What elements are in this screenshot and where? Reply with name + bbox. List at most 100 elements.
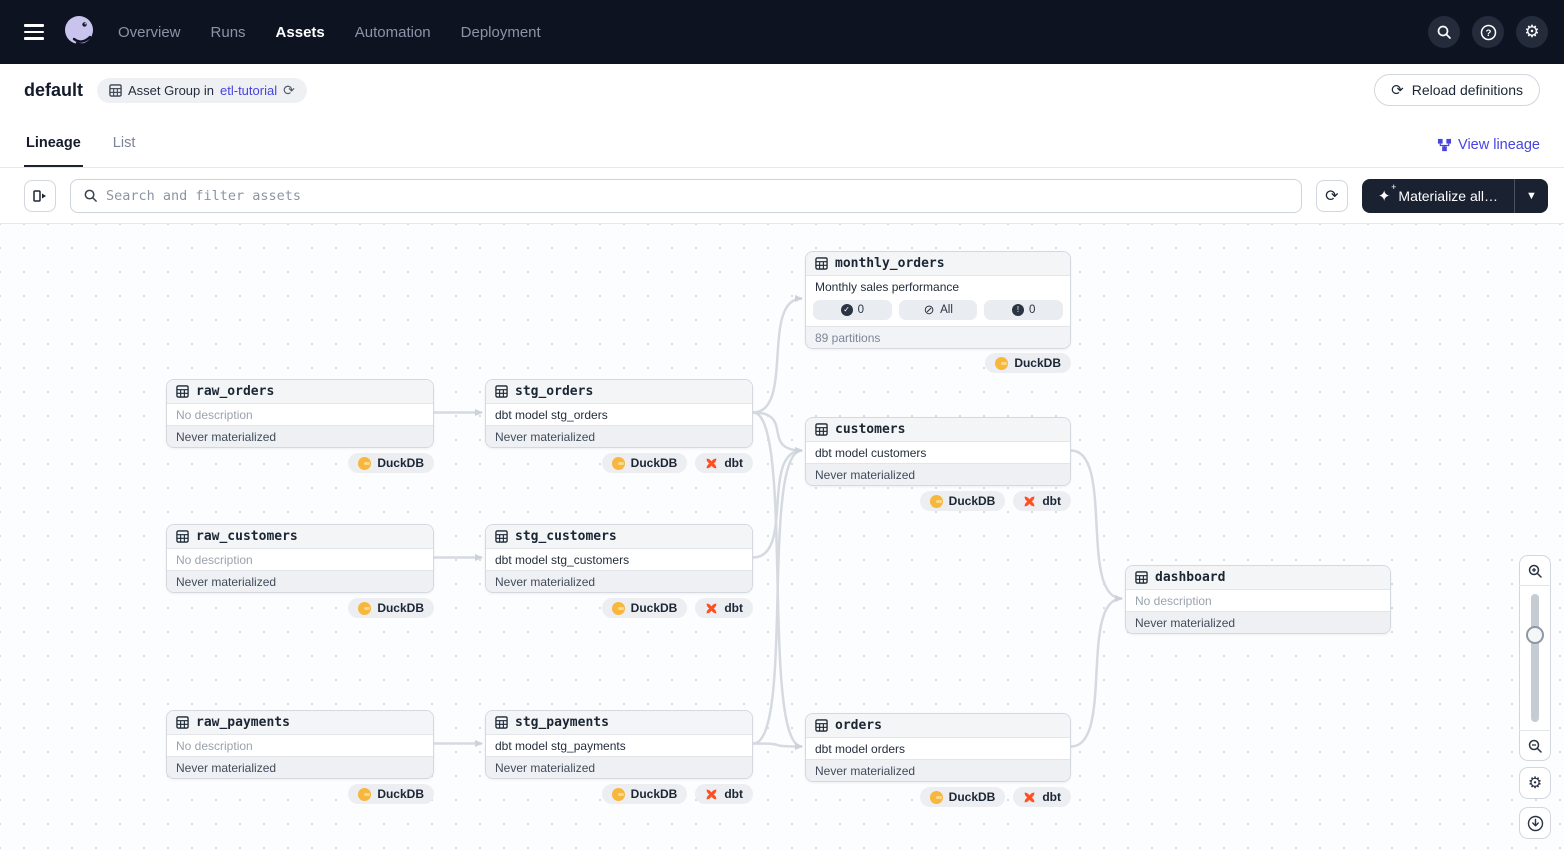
settings-icon[interactable]: ⚙: [1516, 16, 1548, 48]
asset-title: stg_customers: [515, 529, 617, 544]
asset-title: customers: [835, 422, 905, 437]
duckdb-badge[interactable]: DuckDB: [602, 598, 688, 618]
table-icon: [1135, 571, 1148, 584]
duckdb-badge[interactable]: DuckDB: [348, 598, 434, 618]
asset-title: raw_orders: [196, 384, 274, 399]
duckdb-badge[interactable]: DuckDB: [602, 453, 688, 473]
asset-status: Never materialized: [806, 463, 1070, 485]
asset-node-customers[interactable]: customersdbt model customersNever materi…: [805, 417, 1071, 486]
asset-kind-badges: DuckDB: [166, 598, 434, 618]
asset-node-orders[interactable]: ordersdbt model ordersNever materialized: [805, 713, 1071, 782]
kind-badge-label: dbt: [1042, 494, 1061, 508]
lineage-canvas[interactable]: monthly_ordersMonthly sales performance✓…: [0, 224, 1564, 851]
asset-node-raw_orders[interactable]: raw_ordersNo descriptionNever materializ…: [166, 379, 434, 448]
asset-description: Monthly sales performance: [806, 276, 1070, 297]
nav-assets[interactable]: Assets: [276, 24, 325, 41]
asset-status: Never materialized: [486, 570, 752, 592]
dbt-badge[interactable]: dbt: [695, 598, 753, 618]
page-title: default: [24, 80, 83, 101]
asset-node-header: dashboard: [1126, 566, 1390, 590]
zoom-in-icon[interactable]: [1519, 556, 1551, 586]
pill-alert-circle[interactable]: !0: [984, 300, 1063, 320]
duckdb-badge[interactable]: DuckDB: [920, 491, 1006, 511]
dbt-badge[interactable]: dbt: [695, 784, 753, 804]
pill-check-circle[interactable]: ✓0: [813, 300, 892, 320]
dbt-badge[interactable]: dbt: [1013, 787, 1071, 807]
kind-badge-label: DuckDB: [631, 787, 678, 801]
table-icon: [495, 530, 508, 543]
edge-orders-to-dashboard: [1071, 599, 1122, 747]
duckdb-badge[interactable]: DuckDB: [985, 353, 1071, 373]
asset-check-pills: ✓0 ⊘All !0: [806, 297, 1070, 326]
asset-node-header: customers: [806, 418, 1070, 442]
asset-status: Never materialized: [167, 756, 433, 778]
tab-lineage[interactable]: Lineage: [24, 135, 83, 167]
duckdb-badge[interactable]: DuckDB: [602, 784, 688, 804]
asset-node-stg_orders[interactable]: stg_ordersdbt model stg_ordersNever mate…: [485, 379, 753, 448]
asset-node-monthly_orders[interactable]: monthly_ordersMonthly sales performance✓…: [805, 251, 1071, 349]
kind-badge-label: dbt: [724, 456, 743, 470]
refresh-icon[interactable]: ⟳: [1316, 180, 1348, 212]
kind-badge-label: DuckDB: [631, 456, 678, 470]
pill-slash-circle[interactable]: ⊘All: [899, 300, 978, 320]
kind-badge-label: dbt: [1042, 790, 1061, 804]
zoom-slider-track[interactable]: [1531, 594, 1539, 722]
table-icon: [815, 719, 828, 732]
graph-settings-icon[interactable]: ⚙: [1519, 767, 1551, 799]
dbt-badge[interactable]: dbt: [1013, 491, 1071, 511]
caret-down-icon: ▼: [1526, 190, 1537, 202]
duckdb-badge[interactable]: DuckDB: [348, 453, 434, 473]
asset-description: dbt model stg_orders: [486, 404, 752, 425]
asset-node-raw_payments[interactable]: raw_payments No descriptionNever material…: [166, 710, 434, 779]
dbt-badge[interactable]: dbt: [695, 453, 753, 473]
asset-title: raw_customers: [196, 529, 298, 544]
help-icon[interactable]: ?: [1472, 16, 1504, 48]
zoom-control: [1519, 555, 1551, 761]
asset-description: No description: [167, 735, 433, 756]
asset-group-label: Asset Group in: [128, 83, 214, 98]
view-lineage-link[interactable]: View lineage: [1437, 137, 1540, 167]
svg-text:?: ?: [1485, 28, 1491, 39]
dagster-logo-icon[interactable]: [60, 12, 100, 52]
asset-node-header: stg_payments: [486, 711, 752, 735]
primary-nav: Overview Runs Assets Automation Deployme…: [118, 24, 541, 41]
asset-node-raw_customers[interactable]: raw_customersNo descriptionNever materia…: [166, 524, 434, 593]
asset-title: dashboard: [1155, 570, 1225, 585]
duckdb-icon: [612, 602, 625, 615]
panel-toggle-icon[interactable]: [24, 180, 56, 212]
duckdb-badge[interactable]: DuckDB: [920, 787, 1006, 807]
search-icon[interactable]: [1428, 16, 1460, 48]
nav-deployment[interactable]: Deployment: [461, 24, 541, 41]
reload-definitions-button[interactable]: ⟳ Reload definitions: [1374, 74, 1540, 106]
duckdb-icon: [995, 357, 1008, 370]
asset-title: raw_payments: [196, 715, 290, 730]
table-icon: [176, 530, 189, 543]
asset-node-header: orders: [806, 714, 1070, 738]
menu-icon[interactable]: [16, 14, 52, 50]
nav-automation[interactable]: Automation: [355, 24, 431, 41]
zoom-slider-handle[interactable]: [1526, 626, 1544, 644]
asset-kind-badges: DuckDB dbt: [805, 787, 1071, 807]
search-icon: [83, 188, 98, 203]
tab-list[interactable]: List: [111, 135, 138, 167]
asset-search-box: [70, 179, 1302, 213]
lineage-toolbar: ⟳ ✦ Materialize all… ▼: [0, 168, 1564, 224]
asset-description: dbt model orders: [806, 738, 1070, 759]
asset-node-stg_customers[interactable]: stg_customersdbt model stg_customersNeve…: [485, 524, 753, 593]
refresh-icon[interactable]: ⟳: [283, 83, 295, 97]
download-icon[interactable]: [1519, 807, 1551, 839]
asset-node-dashboard[interactable]: dashboardNo descriptionNever materialize…: [1125, 565, 1391, 634]
zoom-out-icon[interactable]: [1519, 730, 1551, 760]
asset-node-stg_payments[interactable]: stg_paymentsdbt model stg_paymentsNever …: [485, 710, 753, 779]
page-header: default Asset Group in etl-tutorial ⟳ ⟳ …: [0, 64, 1564, 116]
table-icon: [495, 385, 508, 398]
materialize-dropdown-button[interactable]: ▼: [1514, 179, 1548, 213]
nav-runs[interactable]: Runs: [211, 24, 246, 41]
nav-overview[interactable]: Overview: [118, 24, 181, 41]
code-location-link[interactable]: etl-tutorial: [220, 83, 277, 98]
search-input[interactable]: [106, 188, 1289, 204]
materialize-all-button[interactable]: ✦ Materialize all…: [1362, 179, 1514, 213]
pill-label: 0: [858, 304, 864, 316]
pill-label: 0: [1029, 304, 1035, 316]
duckdb-badge[interactable]: DuckDB: [348, 784, 434, 804]
